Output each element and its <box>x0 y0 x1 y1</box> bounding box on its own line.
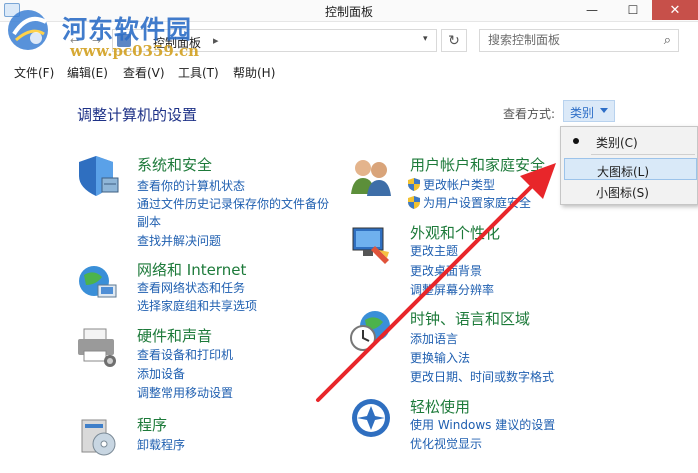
category-title[interactable]: 轻松使用 <box>410 396 470 417</box>
minimize-button[interactable]: — <box>577 0 607 20</box>
uac-shield-icon <box>408 196 420 209</box>
link-change-input-method[interactable]: 更换输入法 <box>410 349 470 366</box>
link-network-status[interactable]: 查看网络状态和任务 <box>137 279 245 296</box>
link-change-theme[interactable]: 更改主题 <box>410 242 458 259</box>
menu-divider <box>591 154 695 155</box>
category-system-security: 系统和安全 查看你的计算机状态 通过文件历史记录保存你的文件备份 副本 查找并解… <box>76 154 346 254</box>
menu-help[interactable]: 帮助(H) <box>233 64 275 81</box>
display-icon[interactable] <box>349 222 393 266</box>
view-by-dropdown: 类别(C) 大图标(L) 小图标(S) <box>560 126 698 205</box>
uac-shield-icon <box>408 178 420 191</box>
category-hardware-sound: 硬件和声音 查看设备和打印机 添加设备 调整常用移动设置 <box>76 325 346 405</box>
link-mobility-settings[interactable]: 调整常用移动设置 <box>137 384 233 401</box>
link-desktop-background[interactable]: 更改桌面背景 <box>410 262 482 279</box>
link-label: 更改帐户类型 <box>423 178 496 192</box>
search-icon[interactable]: ⌕ <box>664 33 671 48</box>
close-button[interactable]: ✕ <box>652 0 698 20</box>
view-option-category[interactable]: 类别(C) <box>564 130 697 152</box>
menu-view[interactable]: 查看(V) <box>123 64 165 81</box>
users-icon[interactable] <box>349 154 393 198</box>
menu-bar: 文件(F) 编辑(E) 查看(V) 工具(T) 帮助(H) <box>0 60 698 82</box>
category-title[interactable]: 用户帐户和家庭安全 <box>410 154 545 175</box>
link-file-history[interactable]: 通过文件历史记录保存你的文件备份 <box>137 195 329 212</box>
category-title[interactable]: 系统和安全 <box>137 154 212 175</box>
view-by-label: 查看方式: <box>503 107 556 121</box>
category-title[interactable]: 网络和 Internet <box>137 259 246 280</box>
search-box[interactable]: ⌕ <box>479 29 679 52</box>
watermark-title: 河东软件园 <box>62 15 193 44</box>
category-title[interactable]: 硬件和声音 <box>137 325 212 346</box>
selected-bullet-icon <box>573 138 579 144</box>
category-appearance: 外观和个性化 更改主题 更改桌面背景 调整屏幕分辨率 <box>349 222 569 302</box>
category-clock-language-region: 时钟、语言和区域 添加语言 更换输入法 更改日期、时间或数字格式 <box>349 308 589 388</box>
link-homegroup[interactable]: 选择家庭组和共享选项 <box>137 297 257 314</box>
shield-icon[interactable] <box>76 154 120 198</box>
search-input[interactable] <box>488 33 648 47</box>
category-title[interactable]: 外观和个性化 <box>410 222 500 243</box>
menu-edit[interactable]: 编辑(E) <box>67 64 108 81</box>
menu-tools[interactable]: 工具(T) <box>178 64 219 81</box>
link-troubleshoot[interactable]: 查找并解决问题 <box>137 232 221 249</box>
option-label: 小图标(S) <box>596 186 649 200</box>
option-label: 大图标(L) <box>597 165 650 179</box>
menu-file[interactable]: 文件(F) <box>14 64 54 81</box>
view-option-large-icons[interactable]: 大图标(L) <box>564 158 697 180</box>
accessibility-icon[interactable] <box>349 396 393 440</box>
category-title[interactable]: 时钟、语言和区域 <box>410 308 530 329</box>
category-ease-of-access: 轻松使用 使用 Windows 建议的设置 优化视觉显示 <box>349 396 569 456</box>
breadcrumb-separator-icon[interactable]: ▸ <box>213 34 219 47</box>
link-optimize-display[interactable]: 优化视觉显示 <box>410 435 482 452</box>
link-add-device[interactable]: 添加设备 <box>137 365 185 382</box>
clock-globe-icon[interactable] <box>349 308 393 352</box>
link-label: 为用户设置家庭安全 <box>423 196 532 210</box>
globe-network-icon[interactable] <box>76 259 120 303</box>
category-network-internet: 网络和 Internet 查看网络状态和任务 选择家庭组和共享选项 <box>76 259 346 319</box>
refresh-icon: ↻ <box>448 32 460 49</box>
category-programs: 程序 卸载程序 <box>76 414 346 464</box>
view-by-value: 类别 <box>570 106 595 120</box>
link-file-history-cont[interactable]: 副本 <box>137 213 161 230</box>
watermark-logo <box>8 10 48 50</box>
link-devices-printers[interactable]: 查看设备和打印机 <box>137 346 233 363</box>
link-screen-resolution[interactable]: 调整屏幕分辨率 <box>410 281 494 298</box>
watermark-url: www.pc0359.cn <box>70 42 200 60</box>
link-date-time-format[interactable]: 更改日期、时间或数字格式 <box>410 368 554 385</box>
maximize-button[interactable]: ☐ <box>618 0 648 20</box>
link-view-computer-status[interactable]: 查看你的计算机状态 <box>137 177 245 194</box>
option-label: 类别(C) <box>596 136 638 150</box>
address-dropdown-icon[interactable]: ▾ <box>423 34 428 44</box>
link-recommended-settings[interactable]: 使用 Windows 建议的设置 <box>410 416 555 433</box>
program-disc-icon[interactable] <box>76 414 120 458</box>
view-option-small-icons[interactable]: 小图标(S) <box>564 180 697 202</box>
link-uninstall-program[interactable]: 卸载程序 <box>137 436 185 453</box>
refresh-button[interactable]: ↻ <box>441 29 467 52</box>
view-by-button[interactable]: 类别 <box>563 100 615 122</box>
category-title[interactable]: 程序 <box>137 414 167 435</box>
link-family-safety[interactable]: 为用户设置家庭安全 <box>408 194 531 211</box>
link-add-language[interactable]: 添加语言 <box>410 330 458 347</box>
printer-icon[interactable] <box>76 325 120 369</box>
category-user-accounts: 用户帐户和家庭安全 更改帐户类型 为用户设置家庭安全 <box>349 154 569 214</box>
chevron-down-icon <box>600 108 608 113</box>
link-change-account-type[interactable]: 更改帐户类型 <box>408 176 495 193</box>
page-title: 调整计算机的设置 <box>77 106 198 124</box>
